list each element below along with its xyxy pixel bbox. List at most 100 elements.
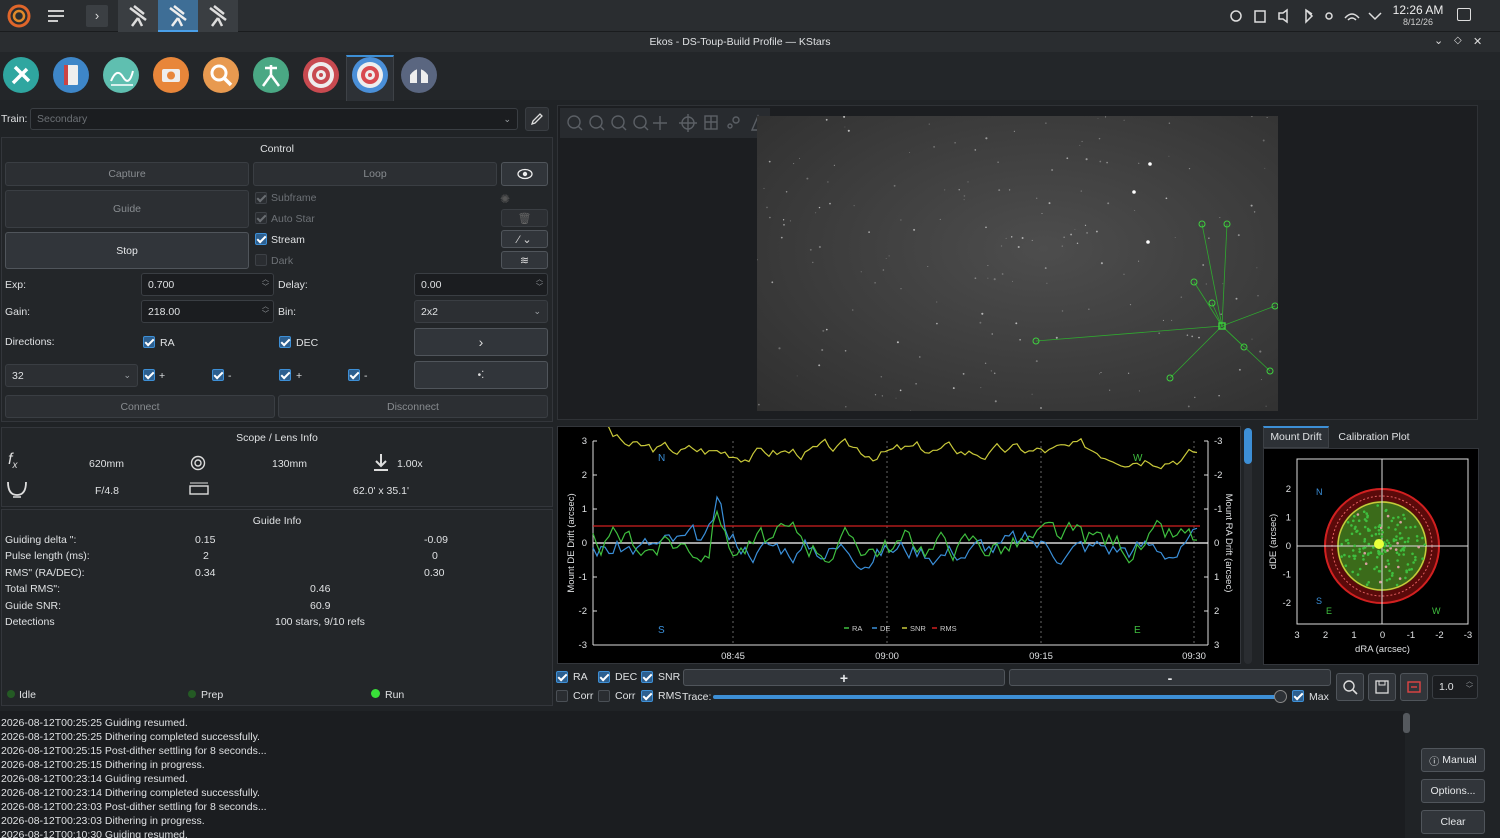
trace-slider-handle[interactable] (1274, 690, 1287, 703)
pager-icon[interactable] (45, 5, 67, 27)
star (1081, 140, 1083, 143)
log-line: 2026-08-12T00:10:30 Guiding resumed. (1, 829, 188, 838)
box-size-value: 32 (12, 369, 24, 382)
capture-icon[interactable] (153, 57, 189, 93)
ra-plus-checkbox[interactable] (143, 369, 155, 381)
capture-button[interactable]: Capture (5, 162, 249, 186)
setup-icon[interactable] (3, 57, 39, 93)
log-line: 2026-08-12T00:23:03 Post-dither settling… (1, 801, 267, 813)
train-select[interactable]: Secondary ⌄ (30, 108, 518, 130)
observatory-icon[interactable] (401, 57, 437, 93)
task-kstars-1[interactable] (118, 0, 158, 32)
clear-log-button[interactable]: Clear (1421, 810, 1485, 834)
star (771, 281, 774, 284)
graph-zoom-in-button[interactable]: + (683, 669, 1005, 686)
app-launcher-icon[interactable] (7, 4, 31, 28)
scheduler-icon[interactable] (53, 57, 89, 93)
graph-ra-label: RA (573, 671, 588, 683)
star (954, 141, 956, 144)
drift-zoom-spinbox[interactable]: 1.0 ︿ ﹀ (1432, 675, 1478, 699)
delay-input[interactable]: 0.00 ︿ ﹀ (414, 273, 548, 296)
dark-checkbox[interactable] (255, 254, 267, 266)
guide-direction-button[interactable]: › (414, 328, 548, 356)
ra-direction-checkbox[interactable] (143, 336, 155, 348)
star-select-button[interactable]: •⁚ (414, 361, 548, 389)
options-button[interactable]: Options... (1421, 779, 1485, 803)
left-axis-label: Mount DE Drift (arcsec) (566, 493, 577, 592)
clear-graph-button[interactable] (1400, 673, 1428, 701)
calibration-options-button[interactable]: ≋ (501, 251, 548, 269)
graph-scrollbar[interactable] (1244, 428, 1252, 664)
max-checkbox[interactable] (1292, 690, 1304, 702)
analyze-icon[interactable] (103, 57, 139, 93)
preview-eye-button[interactable] (501, 162, 548, 186)
connect-button[interactable]: Connect (5, 395, 275, 418)
graph-snr-checkbox[interactable] (641, 671, 653, 683)
graph-ra-checkbox[interactable] (556, 671, 568, 683)
subframe-checkbox[interactable] (255, 192, 267, 204)
x-tick-label: 09:00 (875, 651, 899, 662)
drift-point (1387, 526, 1390, 529)
clock-time[interactable]: 12:26 AM (1390, 3, 1446, 17)
zoom-fit-button[interactable] (1336, 673, 1364, 701)
stop-button[interactable]: Stop (5, 232, 249, 269)
gain-input[interactable]: 218.00 ︿ ﹀ (141, 300, 274, 323)
task-kstars-3[interactable] (198, 0, 238, 32)
bin-select[interactable]: 2x2 ⌄ (414, 300, 548, 323)
guide-frame-image[interactable] (757, 116, 1278, 411)
auto-star-checkbox[interactable] (255, 212, 267, 224)
trace-slider[interactable] (713, 690, 1287, 703)
minimize-icon[interactable]: ⌄ (1434, 34, 1443, 47)
graph-zoom-out-button[interactable]: - (1009, 669, 1331, 686)
dec-plus-checkbox[interactable] (279, 369, 291, 381)
focal-length-value: 620mm (89, 458, 125, 470)
disconnect-button[interactable]: Disconnect (278, 395, 548, 418)
guide-button[interactable]: Guide (5, 190, 249, 228)
tab-mount-drift[interactable]: Mount Drift (1263, 426, 1329, 448)
graph-corr-dec-checkbox[interactable] (598, 690, 610, 702)
terminal-icon[interactable]: › (86, 5, 108, 27)
star (1031, 239, 1033, 241)
star (962, 372, 965, 375)
exp-input[interactable]: 0.700 ︿ ﹀ (141, 273, 274, 296)
mount-icon[interactable] (253, 57, 289, 93)
task-kstars-2[interactable] (158, 0, 198, 32)
clear-calibration-button[interactable]: 🗑 (501, 209, 548, 227)
log-scrollbar[interactable] (1403, 713, 1410, 733)
drift-point (1375, 565, 1379, 569)
maximize-icon[interactable]: ◇ (1454, 35, 1462, 46)
drift-point (1358, 547, 1361, 551)
drift-point (1372, 546, 1375, 549)
star (757, 258, 758, 261)
loop-button[interactable]: Loop (253, 162, 497, 186)
tab-calibration-plot[interactable]: Calibration Plot (1331, 428, 1417, 448)
dark-library-button[interactable]: ⁄ ⌄ (501, 230, 548, 248)
graph-dec-checkbox[interactable] (598, 671, 610, 683)
stream-checkbox[interactable] (255, 233, 267, 245)
ra-minus-checkbox[interactable] (212, 369, 224, 381)
drift-point (1347, 541, 1350, 545)
close-icon[interactable]: ✕ (1473, 35, 1482, 48)
graph-corr-ra-checkbox[interactable] (556, 690, 568, 702)
edit-train-button[interactable] (525, 107, 549, 131)
star (1017, 245, 1020, 249)
aperture-value: 130mm (272, 458, 308, 470)
box-size-select[interactable]: 32 ⌄ (5, 364, 138, 387)
dec-direction-checkbox[interactable] (279, 336, 291, 348)
star (1260, 379, 1262, 381)
focus-icon[interactable] (203, 57, 239, 93)
save-icon (1375, 680, 1389, 694)
dec-minus-checkbox[interactable] (348, 369, 360, 381)
align-icon[interactable] (303, 57, 339, 93)
star (936, 301, 938, 303)
log-line: 2026-08-12T00:23:14 Guiding resumed. (1, 773, 188, 785)
guide-icon[interactable] (352, 57, 388, 93)
save-graph-button[interactable] (1368, 673, 1396, 701)
drift-point (1361, 554, 1365, 558)
drift-point (1367, 542, 1371, 546)
show-desktop-icon[interactable] (1457, 8, 1471, 21)
reducer-value: 1.00x (397, 458, 423, 470)
drift-point (1408, 568, 1411, 571)
graph-rms-checkbox[interactable] (641, 690, 653, 702)
manual-button[interactable]: ⓘ Manual (1421, 748, 1485, 772)
